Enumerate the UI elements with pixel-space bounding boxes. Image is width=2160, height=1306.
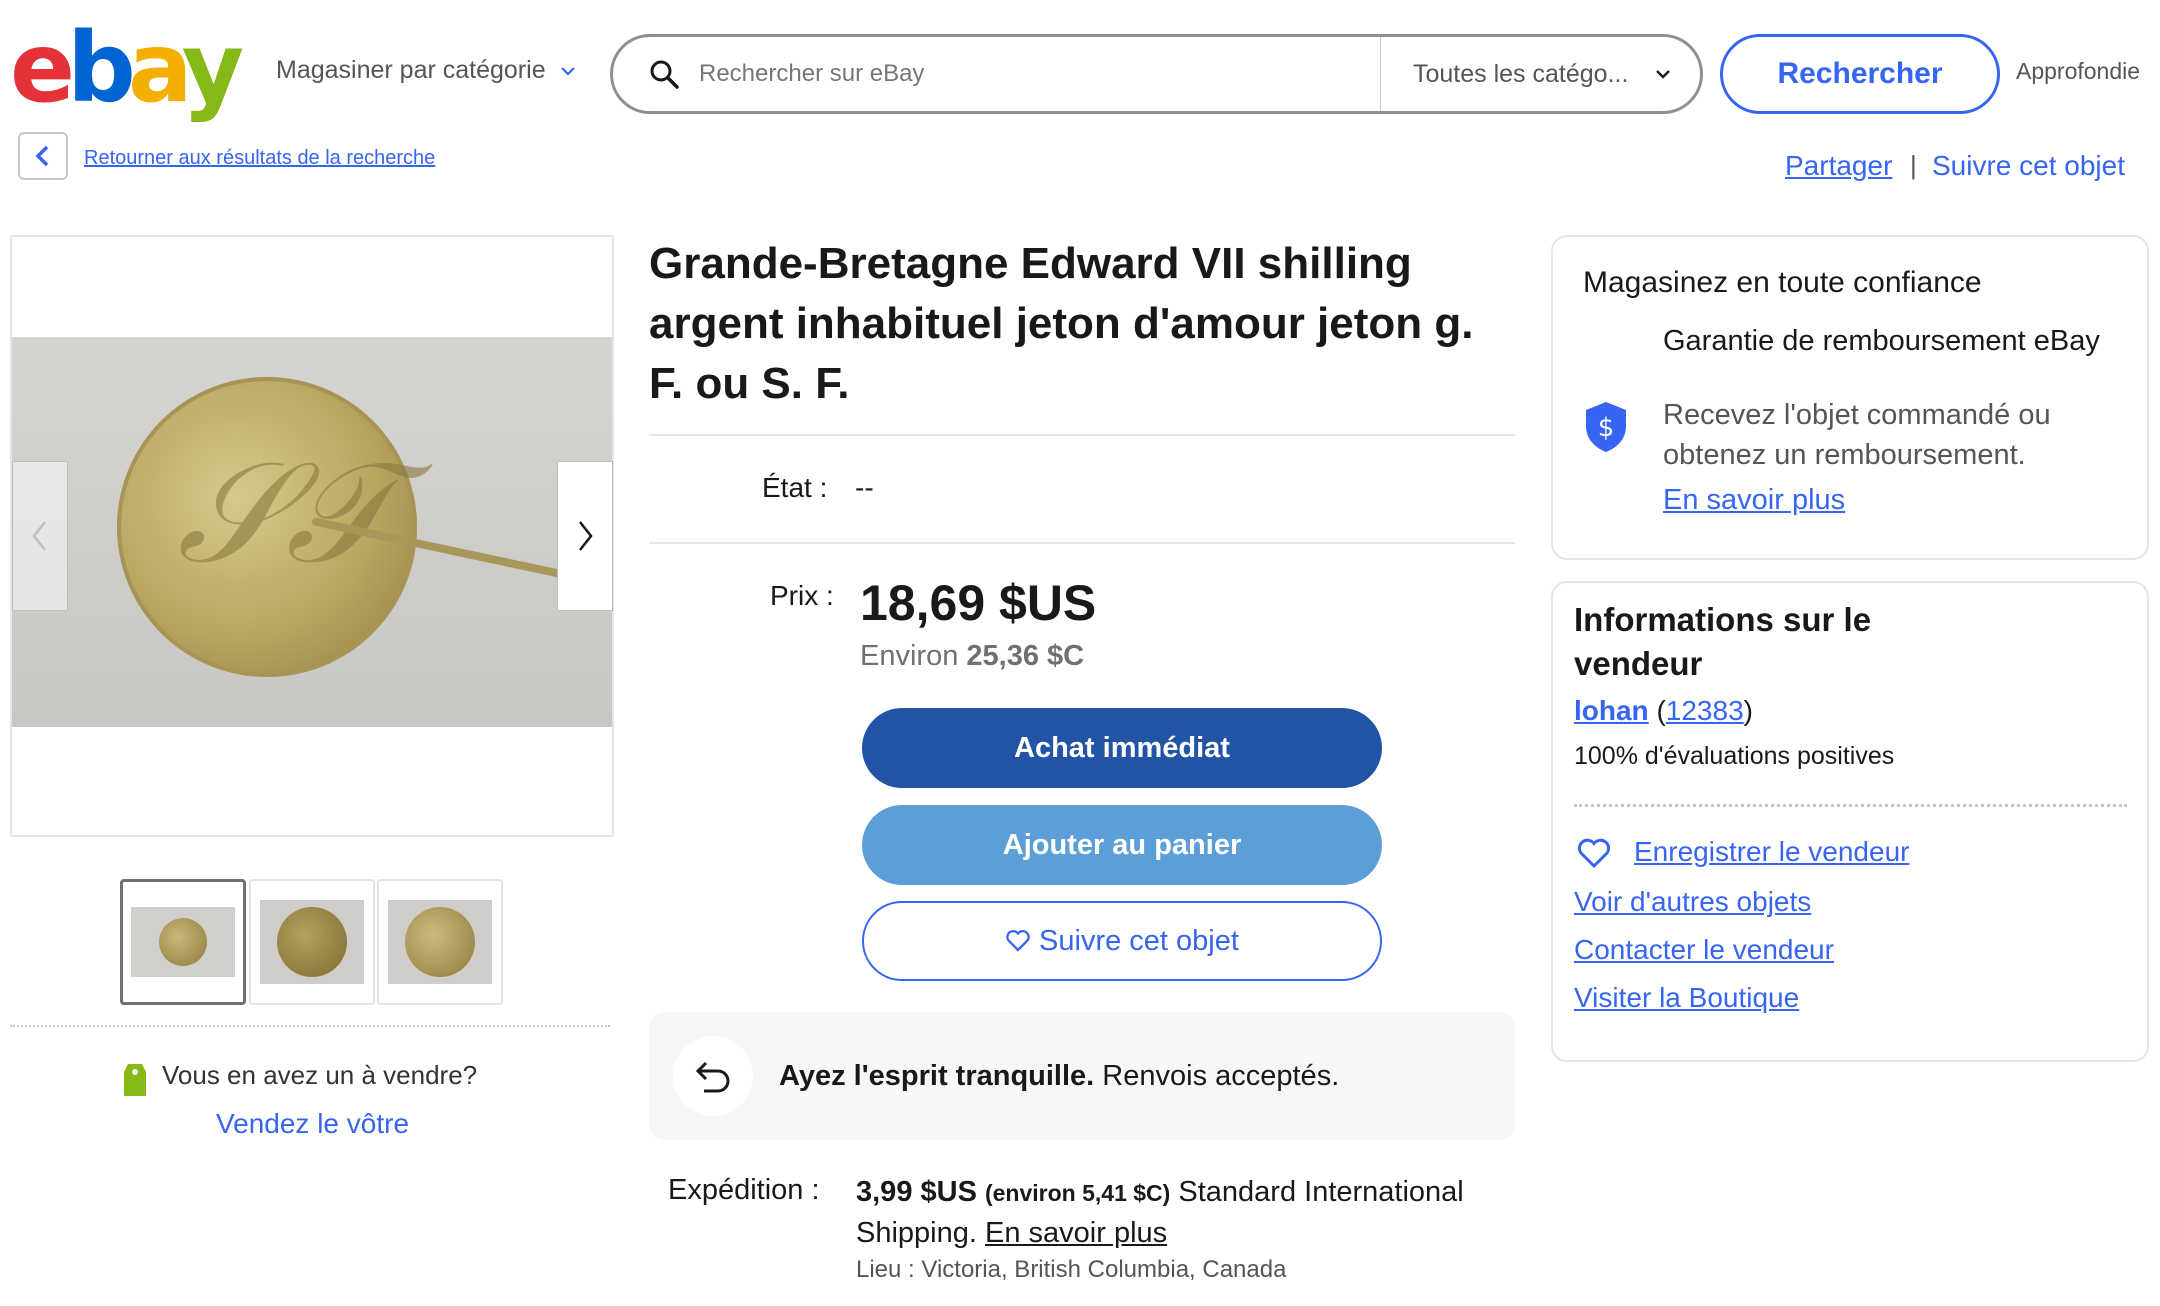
sell-yours-link[interactable]: Vendez le vôtre <box>216 1108 409 1140</box>
thumbnail-3[interactable] <box>377 879 503 1005</box>
add-to-cart-button[interactable]: Ajouter au panier <box>862 805 1382 885</box>
coin-monogram: 𝒮𝒯 <box>177 432 393 595</box>
return-arrow-icon <box>695 1061 730 1093</box>
svg-text:$: $ <box>1598 413 1615 443</box>
price-tag-icon <box>124 1064 146 1096</box>
item-title: Grande-Bretagne Edward VII shilling arge… <box>649 239 1474 408</box>
thumbnail-image <box>260 900 364 984</box>
back-button[interactable] <box>18 132 68 180</box>
shop-by-category-label: Magasiner par catégorie <box>276 56 546 84</box>
chevron-down-icon <box>1656 70 1670 79</box>
approx-price: Environ 25,36 $C <box>860 640 1084 673</box>
search-bar: Toutes les catégo... <box>610 34 1703 114</box>
feedback-close-paren: ) <box>1743 695 1753 726</box>
thumbnail-image <box>131 907 235 977</box>
separator: | <box>1910 150 1917 180</box>
watch-item-label: Suivre cet objet <box>1039 924 1239 957</box>
shipping-more-link[interactable]: En savoir plus <box>985 1217 1167 1249</box>
seller-name-row: lohan (12383) <box>1574 695 1753 727</box>
category-select-value: Toutes les catégo... <box>1413 59 1629 88</box>
seller-name-link[interactable]: lohan <box>1574 695 1649 726</box>
money-back-heading: Garantie de remboursement eBay <box>1663 325 2100 357</box>
ebay-logo[interactable]: ebay <box>10 18 245 118</box>
visit-store-link[interactable]: Visiter la Boutique <box>1574 982 1799 1014</box>
heart-icon[interactable] <box>1576 838 1612 870</box>
price-label: Prix : <box>770 580 834 611</box>
shipping-approx: (environ 5,41 $C) <box>984 1180 1171 1206</box>
chevron-right-icon <box>579 521 593 551</box>
other-items-link[interactable]: Voir d'autres objets <box>1574 886 1811 918</box>
gallery-divider <box>10 1025 610 1027</box>
approx-value: 25,36 $C <box>966 640 1085 672</box>
learn-more-link[interactable]: En savoir plus <box>1663 484 1845 517</box>
seller-info-title: Informations sur le vendeur <box>1574 601 1872 682</box>
returns-info: Ayez l'esprit tranquille. Renvois accept… <box>649 1012 1515 1140</box>
back-to-results-link[interactable]: Retourner aux résultats de la recherche <box>84 147 435 170</box>
share-link[interactable]: Partager <box>1785 150 1892 182</box>
contact-seller-link[interactable]: Contacter le vendeur <box>1574 934 1834 966</box>
feedback-open-paren: ( <box>1648 695 1666 726</box>
next-image-button[interactable] <box>557 461 613 611</box>
chevron-left-icon <box>32 521 46 551</box>
chevron-left-icon <box>35 145 49 167</box>
buy-now-button[interactable]: Achat immédiat <box>862 708 1382 788</box>
returns-bold: Ayez l'esprit tranquille. <box>779 1059 1095 1092</box>
shop-by-category-button[interactable]: Magasiner par catégorie <box>276 56 578 85</box>
shield-dollar-icon: $ <box>1586 402 1626 452</box>
thumbnail-image <box>388 900 492 984</box>
sell-question: Vous en avez un à vendre? <box>162 1060 478 1090</box>
positive-feedback: 100% d'évaluations positives <box>1574 742 1895 770</box>
save-seller-link[interactable]: Enregistrer le vendeur <box>1634 836 1909 868</box>
follow-item-link[interactable]: Suivre cet objet <box>1932 150 2125 182</box>
search-button[interactable]: Rechercher <box>1720 34 2000 114</box>
main-image-container[interactable]: 𝒮𝒯 <box>10 235 614 837</box>
money-back-description: Recevez l'objet commandé ou obtenez un r… <box>1663 399 2051 471</box>
previous-image-button[interactable] <box>12 461 68 611</box>
advanced-search-link[interactable]: Approfondie <box>2016 58 2140 85</box>
category-select[interactable]: Toutes les catégo... <box>1380 37 1700 111</box>
seller-divider <box>1574 804 2127 807</box>
main-product-image[interactable]: 𝒮𝒯 <box>12 337 612 727</box>
watch-item-button[interactable]: Suivre cet objet <box>862 901 1382 981</box>
price-value: 18,69 $US <box>860 575 1097 631</box>
returns-accepted: Renvois acceptés. <box>1094 1059 1340 1092</box>
thumbnail-1[interactable] <box>120 879 246 1005</box>
search-input[interactable] <box>699 60 1389 88</box>
thumbnail-2[interactable] <box>249 879 375 1005</box>
shipping-price: 3,99 $US <box>856 1176 977 1208</box>
divider <box>649 542 1515 544</box>
feedback-score-link[interactable]: 12383 <box>1666 695 1744 726</box>
shipping-details: 3,99 $US (environ 5,41 $C) Standard Inte… <box>856 1172 1516 1253</box>
return-icon-circle <box>673 1036 753 1116</box>
approx-prefix: Environ <box>860 640 959 672</box>
shipping-label: Expédition : <box>668 1174 820 1206</box>
heart-icon <box>1006 929 1030 952</box>
condition-label: État : <box>762 472 828 503</box>
trust-title: Magasinez en toute confiance <box>1583 266 1982 299</box>
chevron-down-icon <box>560 66 575 76</box>
returns-text: Ayez l'esprit tranquille. Renvois accept… <box>779 1060 1339 1093</box>
divider <box>649 434 1515 436</box>
search-icon <box>650 60 679 89</box>
item-location: Lieu : Victoria, British Columbia, Canad… <box>856 1256 1287 1283</box>
condition-value: -- <box>855 472 874 503</box>
